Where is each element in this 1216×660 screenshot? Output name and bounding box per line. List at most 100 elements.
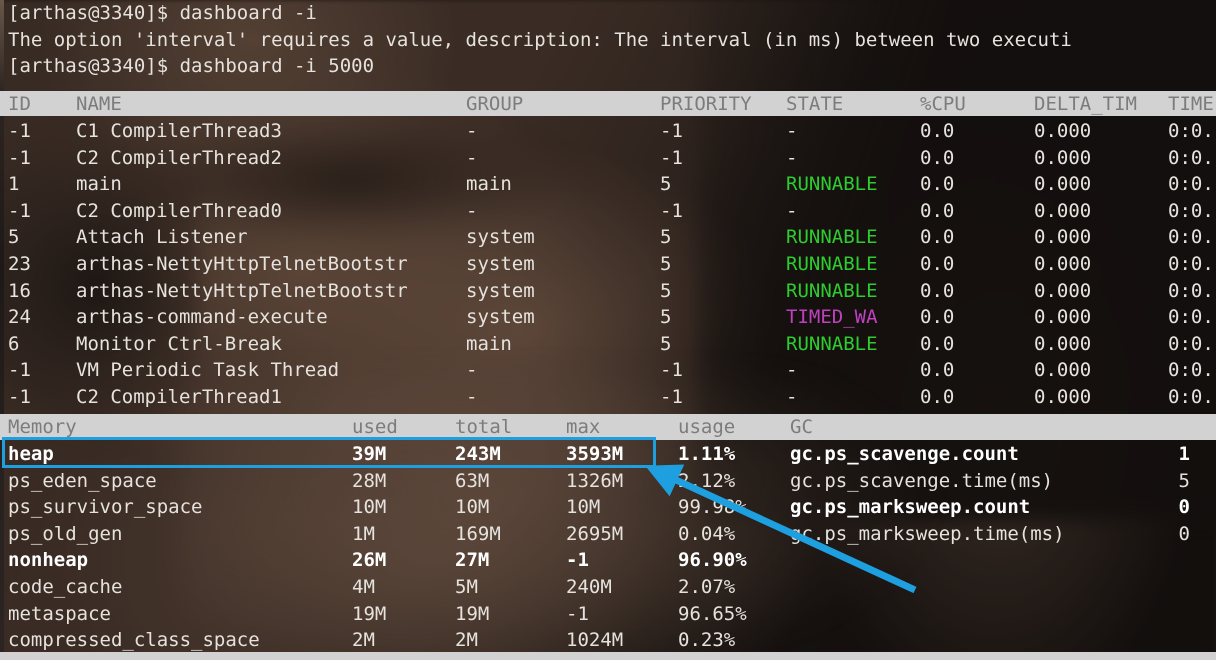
thread-cell-priority: 5 xyxy=(660,226,672,249)
thread-cell-cpu: 0.0 xyxy=(920,386,955,408)
thread-table-row: -1 C2 CompilerThread2 - -1 - 0.0 0.000 0:0. xyxy=(0,145,1216,172)
thread-cell-state: RUNNABLE xyxy=(786,253,878,275)
thread-col-header-delta-time: DELTA_TIM xyxy=(1034,93,1137,115)
thread-cell-time: 0:0. xyxy=(1168,253,1214,275)
thread-cell-delta-time: 0.000 xyxy=(1034,226,1092,249)
thread-table-row: -1 C2 CompilerThread1 - -1 - 0.0 0.000 0:0. xyxy=(0,384,1216,411)
thread-cell-name: main xyxy=(76,173,122,196)
thread-cell-priority: -1 xyxy=(660,386,683,408)
memory-table-row: code_cache 4M 5M 240M 2.07% xyxy=(0,574,1216,601)
thread-cell-group: main xyxy=(466,173,512,196)
thread-cell-delta-time: 0.000 xyxy=(1034,146,1092,169)
thread-cell-priority: -1 xyxy=(660,146,683,169)
thread-cell-name: C2 CompilerThread2 xyxy=(76,146,282,169)
thread-cell-id: -1 xyxy=(8,199,31,222)
thread-cell-priority: 5 xyxy=(660,253,672,275)
memory-table-row: compressed_class_space 2M 2M 1024M 0.23% xyxy=(0,627,1216,654)
thread-cell-state: TIMED_WA xyxy=(786,306,878,329)
thread-cell-id: -1 xyxy=(8,386,31,408)
thread-cell-cpu: 0.0 xyxy=(920,146,955,169)
gc-cell-label: gc.ps_marksweep.time(ms) xyxy=(790,522,1065,545)
thread-cell-group: main xyxy=(466,332,512,355)
gc-cell-value: 5 xyxy=(1178,469,1190,492)
memory-cell-usage: 96.65% xyxy=(678,602,747,625)
thread-cell-group: - xyxy=(466,146,478,169)
thread-cell-state: - xyxy=(786,386,798,408)
memory-cell-total: 5M xyxy=(455,576,478,598)
thread-cell-delta-time: 0.000 xyxy=(1034,120,1092,142)
console-line: [arthas@3340]$ dashboard -i 5000 xyxy=(8,55,375,78)
memory-cell-total: 19M xyxy=(455,602,490,625)
thread-cell-group: - xyxy=(466,120,478,142)
thread-cell-group: system xyxy=(466,279,535,302)
thread-cell-time: 0:0. xyxy=(1168,199,1214,222)
memory-table-header: Memory used total max usage GC xyxy=(0,414,1216,440)
thread-table-row: -1 C1 CompilerThread3 - -1 - 0.0 0.000 0:0. xyxy=(0,118,1216,145)
thread-table-row: 24 arthas-command-execute system 5 TIMED_WA 0… xyxy=(0,304,1216,331)
memory-col-header-total: total xyxy=(455,416,513,438)
thread-col-header-group: GROUP xyxy=(466,93,524,115)
terminal-window[interactable]: [arthas@3340]$ dashboard -i The option 'i… xyxy=(0,0,1216,660)
thread-col-header-time: TIME xyxy=(1168,93,1214,115)
gc-table-row: gc.ps_marksweep.time(ms) 0 xyxy=(0,521,1216,548)
gc-table-row: gc.ps_scavenge.time(ms) 5 xyxy=(0,468,1216,495)
thread-cell-group: - xyxy=(466,359,478,382)
thread-cell-cpu: 0.0 xyxy=(920,359,955,382)
thread-cell-state: RUNNABLE xyxy=(786,173,878,196)
thread-cell-name: Monitor Ctrl-Break xyxy=(76,332,282,355)
terminal-content[interactable]: [arthas@3340]$ dashboard -i The option 'i… xyxy=(0,0,1216,660)
memory-cell-used: 26M xyxy=(352,549,387,572)
memory-cell-total: 27M xyxy=(455,549,490,572)
memory-col-header-max: max xyxy=(566,416,601,438)
thread-cell-priority: -1 xyxy=(660,199,683,222)
memory-col-header-name: Memory xyxy=(8,416,77,438)
thread-cell-time: 0:0. xyxy=(1168,332,1214,355)
memory-cell-used: 19M xyxy=(352,602,387,625)
thread-col-header-priority: PRIORITY xyxy=(660,93,752,115)
gc-cell-label: gc.ps_scavenge.time(ms) xyxy=(790,469,1054,492)
memory-cell-usage: 96.90% xyxy=(678,549,747,572)
thread-cell-state: - xyxy=(786,359,798,382)
thread-cell-priority: -1 xyxy=(660,359,683,382)
thread-cell-name: Attach Listener xyxy=(76,226,248,249)
thread-cell-state: - xyxy=(786,199,798,222)
thread-cell-id: -1 xyxy=(8,359,31,382)
thread-cell-id: 1 xyxy=(8,173,20,196)
memory-cell-name: metaspace xyxy=(8,602,111,625)
thread-cell-group: - xyxy=(466,386,478,408)
thread-cell-time: 0:0. xyxy=(1168,386,1214,408)
thread-cell-name: arthas-command-execute xyxy=(76,306,328,329)
memory-cell-name: nonheap xyxy=(8,549,89,572)
thread-cell-time: 0:0. xyxy=(1168,306,1214,329)
thread-col-header-state: STATE xyxy=(786,93,844,115)
console-line: [arthas@3340]$ dashboard -i xyxy=(8,2,317,24)
gc-cell-value: 1 xyxy=(1178,443,1190,465)
thread-cell-priority: 5 xyxy=(660,306,672,329)
memory-table-row: nonheap 26M 27M -1 96.90% xyxy=(0,547,1216,574)
memory-col-header-gc: GC xyxy=(790,416,813,438)
thread-cell-cpu: 0.0 xyxy=(920,306,955,329)
thread-table-row: 1 main main 5 RUNNABLE 0.0 0.000 0:0. xyxy=(0,171,1216,198)
gc-table-row: gc.ps_marksweep.count 0 xyxy=(0,494,1216,521)
memory-cell-total: 2M xyxy=(455,629,478,652)
thread-cell-cpu: 0.0 xyxy=(920,279,955,302)
thread-cell-name: arthas-NettyHttpTelnetBootstr xyxy=(76,279,408,302)
thread-cell-cpu: 0.0 xyxy=(920,120,955,142)
thread-cell-time: 0:0. xyxy=(1168,279,1214,302)
gc-cell-value: 0 xyxy=(1178,496,1190,519)
memory-col-header-usage: usage xyxy=(678,416,736,438)
thread-cell-time: 0:0. xyxy=(1168,120,1214,142)
thread-cell-state: - xyxy=(786,120,798,142)
thread-table-row: 5 Attach Listener system 5 RUNNABLE 0.0 0.000 0… xyxy=(0,224,1216,251)
thread-cell-priority: 5 xyxy=(660,279,672,302)
thread-cell-cpu: 0.0 xyxy=(920,199,955,222)
memory-table-row: metaspace 19M 19M -1 96.65% xyxy=(0,601,1216,628)
thread-cell-state: RUNNABLE xyxy=(786,279,878,302)
thread-cell-id: 5 xyxy=(8,226,20,249)
thread-cell-delta-time: 0.000 xyxy=(1034,359,1092,382)
gc-cell-label: gc.ps_marksweep.count xyxy=(790,496,1031,519)
thread-cell-group: system xyxy=(466,253,535,275)
memory-cell-max: -1 xyxy=(566,602,589,625)
thread-table-row: -1 VM Periodic Task Thread - -1 - 0.0 0.000 0:0… xyxy=(0,357,1216,384)
thread-cell-group: - xyxy=(466,199,478,222)
